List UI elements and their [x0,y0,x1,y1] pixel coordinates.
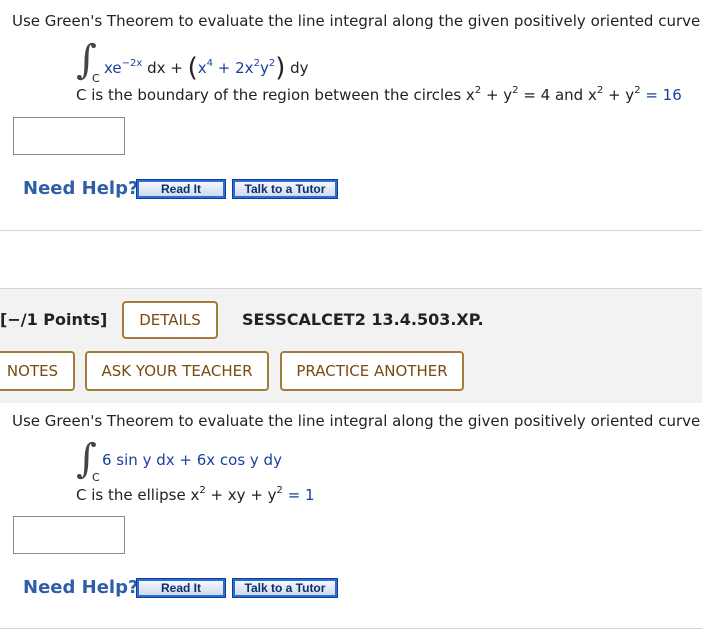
talk-to-tutor-button-2[interactable]: Talk to a Tutor [232,578,338,598]
talk-to-tutor-button-1[interactable]: Talk to a Tutor [232,179,338,199]
problem-code: SESSCALCET2 13.4.503.XP. [242,310,484,329]
section-divider-3 [0,628,702,629]
answer-input-1[interactable] [13,117,125,155]
question-1-integrand: xe−2x dx + (x4 + 2x2y2) dy [104,53,309,83]
need-help-label-1: Need Help? [23,178,139,199]
section-divider-2 [0,288,702,289]
term1: xe [104,59,122,77]
integral-subscript-2: C [92,471,100,484]
read-it-button-2[interactable]: Read It [136,578,226,598]
details-button[interactable]: DETAILS [122,301,218,339]
answer-input-2[interactable] [13,516,125,554]
section-divider-1 [0,230,702,231]
question-2-instruction: Use Green's Theorem to evaluate the line… [12,412,702,430]
ask-your-teacher-button[interactable]: ASK YOUR TEACHER [85,351,269,391]
notes-button[interactable]: NOTES [0,351,75,391]
question-2-curve: C is the ellipse x2 + xy + y2 = 1 [76,485,315,504]
read-it-button-1[interactable]: Read It [136,179,226,199]
integral-subscript: C [92,72,100,85]
points-label: [−/1 Points] [0,310,108,329]
question-1-instruction: Use Green's Theorem to evaluate the line… [12,12,702,30]
need-help-label-2: Need Help? [23,577,139,598]
question-1-boundary: C is the boundary of the region between … [76,85,682,104]
practice-another-button[interactable]: PRACTICE ANOTHER [280,351,464,391]
question-2-integrand: 6 sin y dx + 6x cos y dy [102,451,282,469]
